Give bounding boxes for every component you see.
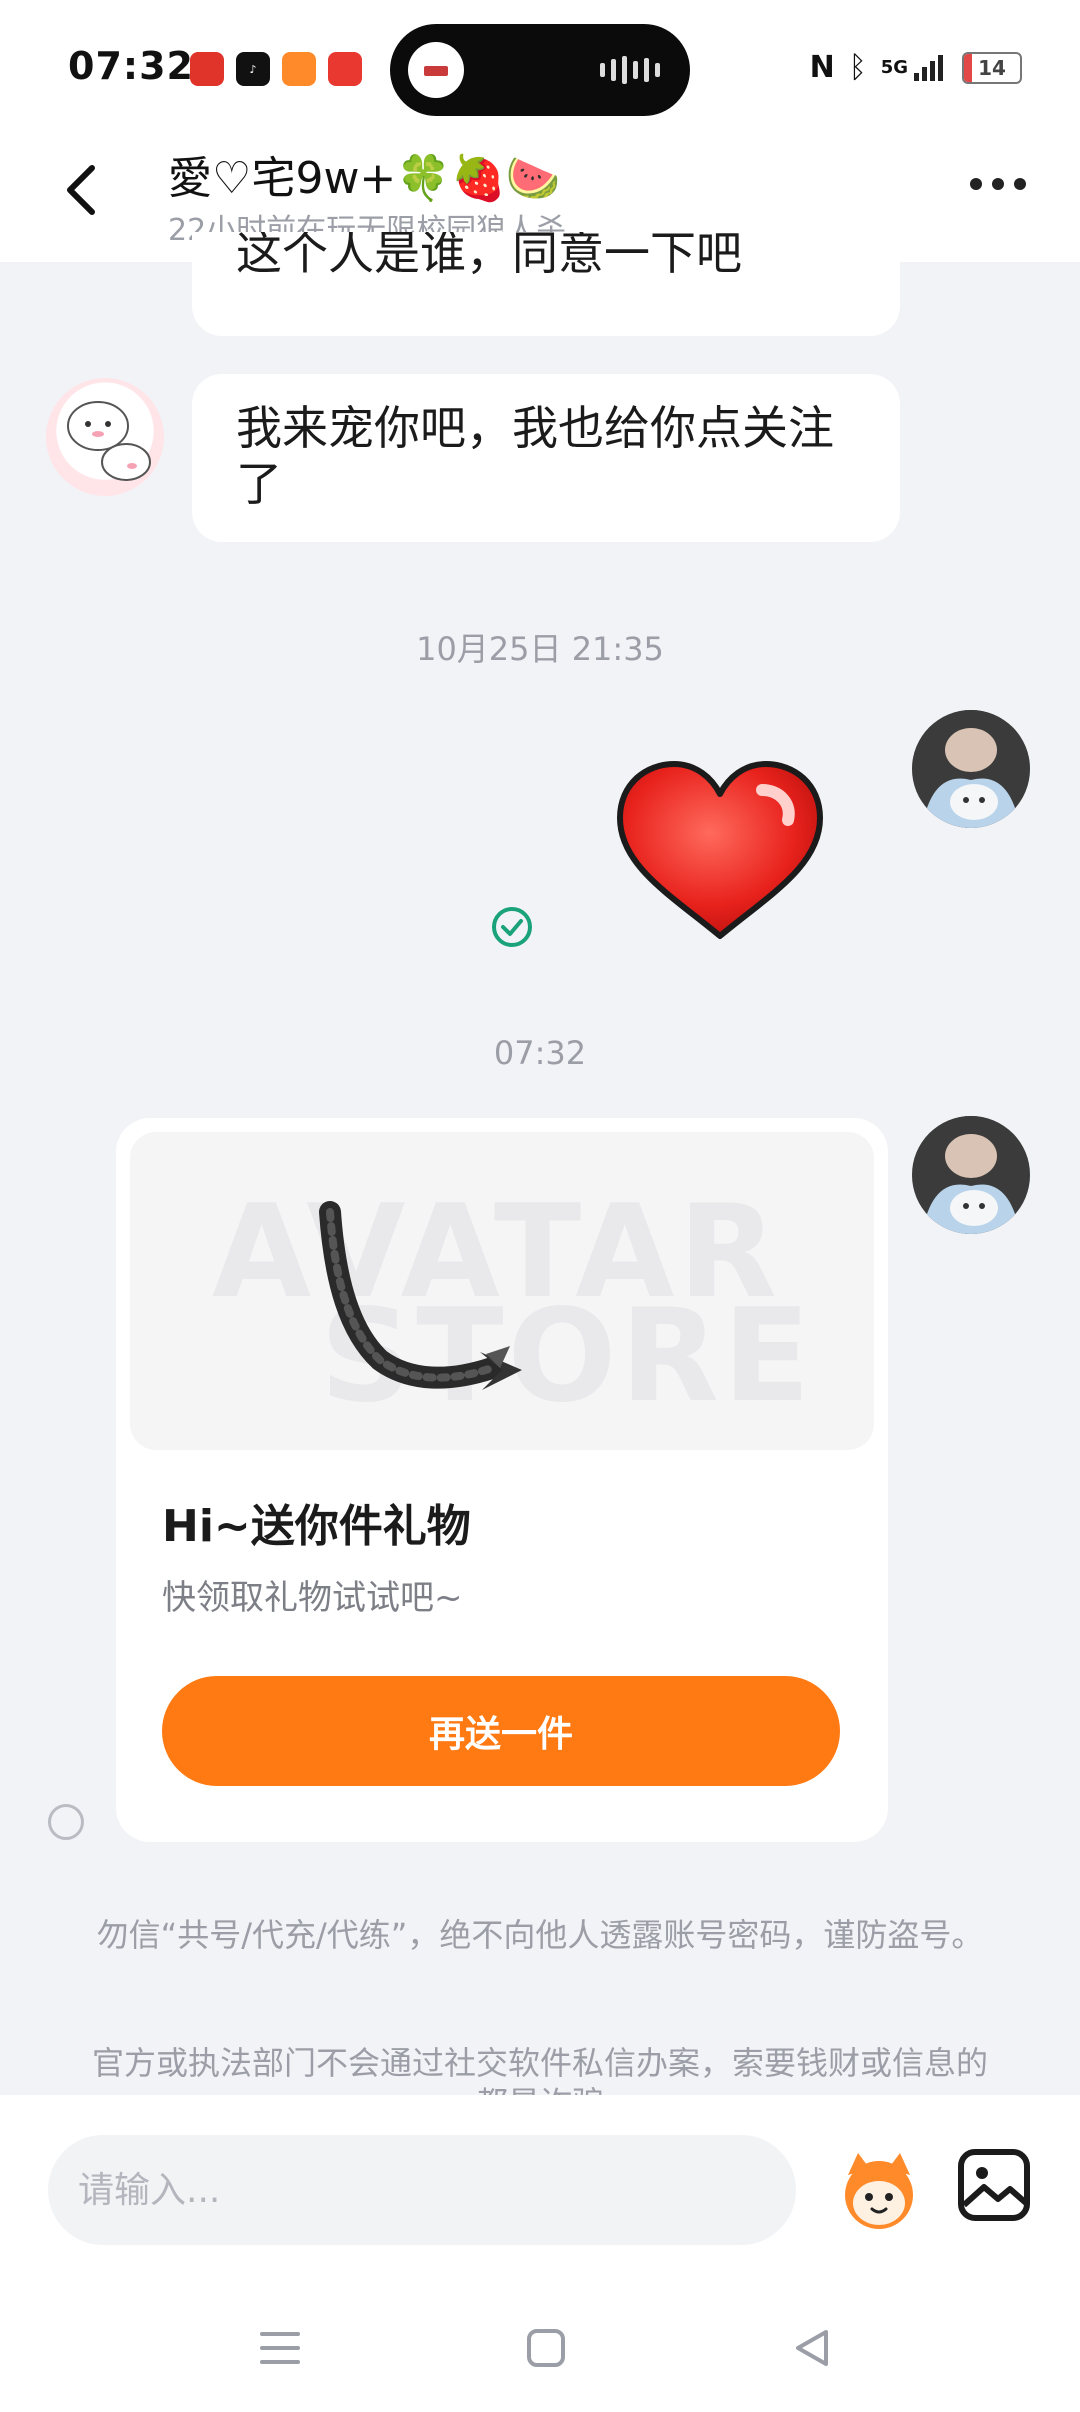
signal-icon [914, 54, 943, 81]
audio-wave-icon [600, 56, 660, 84]
sender-avatar[interactable] [46, 378, 164, 496]
security-notice: 勿信“共号/代充/代练”，绝不向他人透露账号密码，谨防盗号。 [96, 1916, 984, 1954]
status-time: 07:32 [68, 44, 194, 88]
message-text: 这个人是谁，同意一下吧 [236, 226, 742, 280]
tail-item-icon [319, 1201, 522, 1390]
select-radio[interactable] [48, 1804, 84, 1840]
message-input[interactable] [48, 2135, 796, 2245]
gift-title: Hi~送你件礼物 [162, 1501, 471, 1552]
message-timestamp: 10月25日 21:35 [416, 630, 664, 668]
image-picker-button[interactable] [956, 2147, 1032, 2223]
cartoon-avatar-icon [67, 401, 151, 481]
user-photo-icon [912, 1116, 1030, 1234]
message-bubble-incoming[interactable]: 我来宠你吧，我也给你点关注了 [192, 374, 900, 542]
back-button[interactable] [60, 160, 100, 220]
message-bubble-partial[interactable]: 这个人是谁，同意一下吧 [192, 232, 900, 336]
battery-icon: 14 [962, 51, 1022, 84]
send-another-gift-button[interactable]: 再送一件 [162, 1676, 840, 1786]
more-options-button[interactable] [970, 178, 1026, 190]
media-icon [408, 42, 464, 98]
heart-sticker[interactable] [612, 756, 828, 946]
my-avatar[interactable] [912, 1116, 1030, 1234]
network-label: 5G [880, 57, 908, 78]
gift-card[interactable]: AVATAR STORE Hi~送你件礼物 快领取礼物试试吧~ 再送一件 [116, 1118, 888, 1842]
message-timestamp: 07:32 [493, 1034, 587, 1072]
chevron-left-icon [67, 165, 95, 215]
app-orange-icon [282, 52, 316, 86]
app-red-icon [190, 52, 224, 86]
my-avatar[interactable] [912, 710, 1030, 828]
red-packet-icon [328, 52, 362, 86]
read-check-icon [492, 907, 532, 947]
more-icon [970, 178, 982, 190]
user-photo-icon [912, 710, 1030, 828]
top-header: 07:32 ♪ N ᛒ 5G 14 愛♡宅9w+🍀🍓🍉 22小时前在玩无限校园狼… [0, 0, 1080, 262]
back-nav-icon[interactable] [790, 2326, 834, 2370]
gift-preview[interactable]: AVATAR STORE [130, 1132, 874, 1450]
menu-nav-icon[interactable] [258, 2326, 302, 2370]
battery-level: 14 [978, 55, 1006, 80]
status-app-icons: ♪ [190, 52, 362, 86]
home-nav-icon[interactable] [524, 2326, 568, 2370]
emoji-sticker-button[interactable] [834, 2145, 924, 2235]
message-text: 我来宠你吧，我也给你点关注了 [236, 401, 834, 511]
bluetooth-icon: ᛒ [848, 50, 867, 85]
chat-title[interactable]: 愛♡宅9w+🍀🍓🍉 [168, 142, 561, 206]
status-right: N ᛒ 5G 14 [810, 50, 1022, 85]
dynamic-island [390, 24, 690, 116]
gift-description: 快领取礼物试试吧~ [162, 1578, 463, 1618]
nfc-icon: N [809, 50, 835, 85]
tiktok-icon: ♪ [236, 52, 270, 86]
